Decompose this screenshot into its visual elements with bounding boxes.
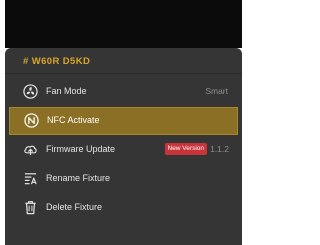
fan-mode-value: Smart — [205, 86, 228, 96]
menu-item-label: Fan Mode — [46, 86, 87, 96]
menu-item-label: NFC Activate — [47, 115, 100, 125]
menu-item-label: Rename Fixture — [46, 173, 111, 183]
menu-item-firmware-update[interactable]: Firmware Update New Version 1.1.2 — [5, 136, 242, 164]
menu-item-delete-fixture[interactable]: Delete Fixture — [5, 194, 242, 222]
menu-item-label: Firmware Update — [46, 144, 116, 154]
rename-icon — [23, 171, 38, 186]
app-background-top — [5, 0, 242, 48]
menu-item-fan-mode[interactable]: Fan Mode Smart — [5, 78, 242, 106]
fixture-name-title: # W60R D5KD — [23, 56, 91, 67]
nfc-icon — [24, 113, 39, 128]
new-version-badge: New Version — [164, 143, 207, 155]
menu-item-label: Delete Fixture — [46, 202, 103, 212]
menu-item-nfc-activate[interactable]: NFC Activate — [9, 107, 238, 135]
menu-item-rename-fixture[interactable]: Rename Fixture — [5, 165, 242, 193]
trash-icon — [23, 200, 38, 215]
firmware-version-value: 1.1.2 — [210, 144, 229, 154]
title-divider — [5, 73, 242, 74]
fixture-action-sheet: # W60R D5KD Fan Mode Smart NFC Activate — [5, 48, 242, 245]
fan-icon — [23, 84, 38, 99]
firmware-update-icon — [23, 142, 38, 157]
